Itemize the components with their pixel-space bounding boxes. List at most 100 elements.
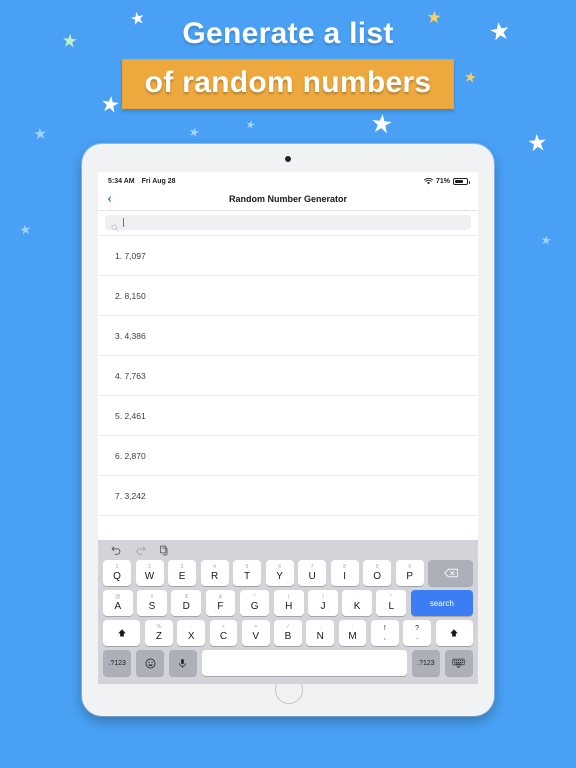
key-U[interactable]: 7U (298, 560, 327, 586)
battery-icon (453, 177, 470, 185)
key-secondary-label: + (221, 623, 225, 630)
key-M[interactable]: :M (338, 620, 367, 646)
search-key[interactable]: search (410, 590, 474, 616)
key-label: D (182, 600, 190, 612)
key-S[interactable]: # S (137, 590, 167, 616)
star-icon (33, 126, 48, 145)
key-T[interactable]: 5T (233, 560, 262, 586)
keyboard-row-1: 1Q2W3E4R5T6Y7U8I9O0P (98, 560, 478, 586)
key-P[interactable]: 0P (395, 560, 424, 586)
key-label: . (416, 634, 419, 641)
key-secondary-label: ) (322, 593, 324, 600)
key-secondary-label: 4 (213, 563, 216, 570)
key-label: C (219, 630, 228, 642)
redo-icon[interactable] (135, 545, 146, 556)
list-item-value: 2. 8,150 (115, 290, 146, 301)
key-label: G (250, 600, 259, 612)
table-row[interactable]: 6. 2,870 (98, 436, 478, 476)
key-B[interactable]: / B (274, 620, 302, 646)
key-K[interactable]: ' K (342, 590, 372, 616)
key-label: N (316, 630, 324, 642)
promo-line-1: Generate a list (182, 17, 394, 50)
key-N[interactable]: ; N (306, 620, 335, 646)
microphone-icon (177, 658, 188, 669)
emoji-key[interactable] (135, 650, 165, 676)
key-W[interactable]: 2W (135, 560, 164, 586)
key-Y[interactable]: 6Y (265, 560, 294, 586)
key-L[interactable]: " L (376, 590, 407, 616)
key-?.[interactable]: ?. (403, 620, 432, 646)
key-!,[interactable]: !, (370, 620, 399, 646)
key-H[interactable]: (H (273, 590, 304, 616)
key-E[interactable]: 3E (168, 560, 197, 586)
backspace-key[interactable] (428, 560, 473, 586)
table-row[interactable]: 5. 2,461 (98, 396, 478, 436)
key-G[interactable]: * G (239, 590, 270, 616)
search-icon (111, 219, 119, 232)
key-secondary-label: 6 (278, 563, 281, 570)
key-label: J (320, 600, 326, 612)
space-key[interactable] (201, 650, 408, 676)
key-O[interactable]: 9O (363, 560, 392, 586)
key-C[interactable]: + C (209, 620, 238, 646)
table-row[interactable]: 4. 7,763 (98, 356, 478, 396)
shift-key-right[interactable] (435, 620, 474, 646)
hide-keyboard-key[interactable] (444, 650, 473, 676)
table-row[interactable]: 1. 7,097 (98, 236, 478, 276)
key-label: X (187, 630, 195, 642)
key-label: T (244, 570, 251, 582)
key-label: P (406, 570, 413, 582)
promo-line-2: of random numbers (144, 66, 432, 99)
table-row[interactable]: 7. 3,242 (98, 476, 478, 516)
key-D[interactable]: $ D (171, 590, 202, 616)
key-secondary-label: ' (356, 593, 358, 600)
table-row[interactable]: 3. 4,386 (98, 316, 478, 356)
numeric-key-right[interactable]: .?123 (411, 650, 441, 676)
key-label: E (178, 570, 186, 582)
key-F[interactable]: & F (205, 590, 236, 616)
key-secondary-label: ( (287, 593, 290, 600)
key-Q[interactable]: 1Q (103, 560, 132, 586)
key-secondary-label: ? (415, 625, 420, 632)
key-secondary-label: ; (319, 623, 321, 630)
shift-key-left[interactable] (102, 620, 141, 646)
search-bar-container (98, 211, 478, 236)
key-A[interactable]: @ A (102, 590, 133, 616)
key-R[interactable]: 4R (200, 560, 229, 586)
key-label: O (373, 570, 382, 582)
tablet-device: 5:34 AM Fri Aug 28 71% ‹ Random Number G… (82, 144, 494, 716)
back-chevron-icon[interactable]: ‹ (107, 191, 112, 207)
key-secondary-label: & (218, 593, 223, 600)
key-J[interactable]: ) J (308, 590, 338, 616)
wifi-icon (424, 177, 433, 185)
key-label: U (308, 570, 316, 582)
star-icon (370, 112, 394, 140)
undo-icon[interactable] (111, 545, 122, 556)
star-icon (19, 221, 32, 240)
key-label: search (429, 598, 454, 608)
key-secondary-label: 9 (375, 563, 379, 570)
status-bar: 5:34 AM Fri Aug 28 71% (98, 172, 478, 188)
table-row[interactable]: 2. 8,150 (98, 276, 478, 316)
key-label: F (217, 600, 224, 612)
numeric-key-left[interactable]: .?123 (103, 650, 132, 676)
paste-icon[interactable] (159, 545, 170, 556)
key-label: Z (155, 630, 162, 642)
key-secondary-label: % (156, 623, 162, 630)
key-X[interactable]: -X (177, 620, 206, 646)
key-I[interactable]: 8I (330, 560, 359, 586)
keyboard-row-3: % Z - X + C = V / B; N: M!,?. (98, 620, 478, 646)
key-secondary-label: 2 (148, 563, 151, 570)
page-title: Random Number Generator (228, 194, 348, 204)
number-list: 1. 7,097 2. 8,150 3. 4,386 4. 7,763 5. 2,461… (98, 236, 478, 516)
key-secondary-label: 3 (180, 563, 184, 570)
dictation-key[interactable] (168, 650, 198, 676)
promo-banner: of random numbers (121, 59, 455, 109)
key-V[interactable]: = V (241, 620, 270, 646)
navigation-bar: ‹ Random Number Generator (98, 188, 478, 211)
key-secondary-label: " (390, 593, 393, 600)
search-input[interactable] (105, 215, 471, 232)
key-secondary-label: - (190, 623, 192, 630)
key-secondary-label: * (253, 593, 256, 600)
key-Z[interactable]: % Z (144, 620, 173, 646)
